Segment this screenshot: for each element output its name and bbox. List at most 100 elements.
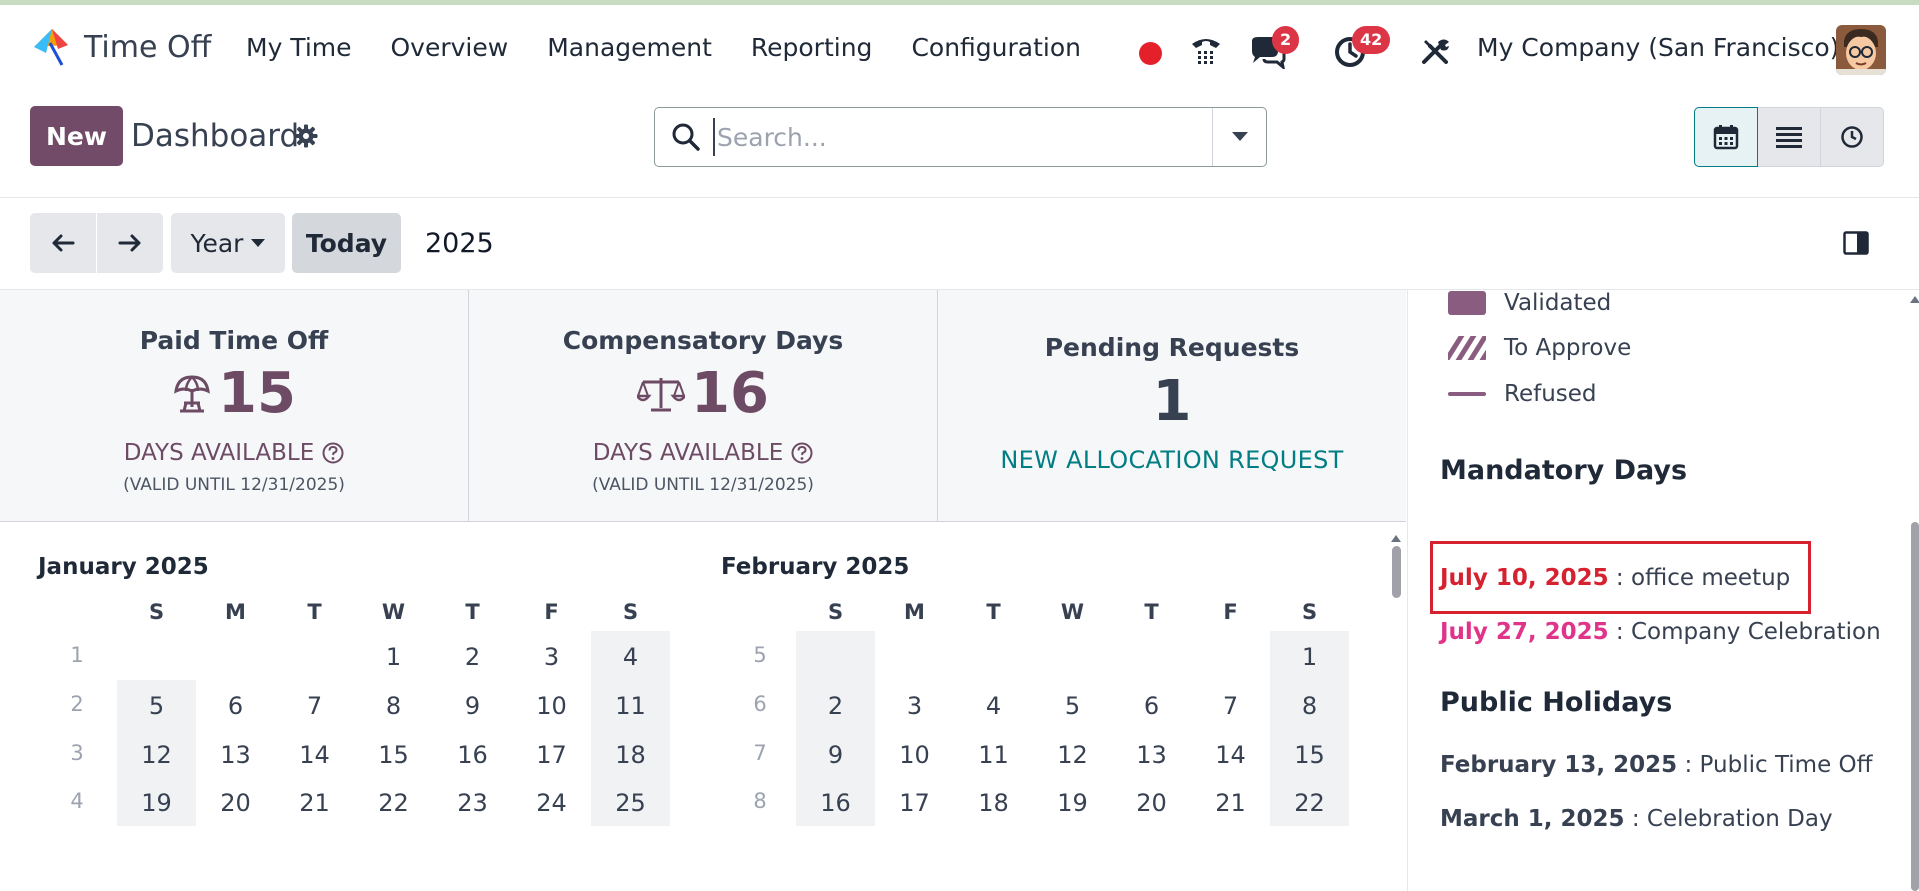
- activity-view-button[interactable]: [1820, 107, 1884, 167]
- help-circle-icon[interactable]: [791, 442, 813, 464]
- gear-icon[interactable]: [294, 124, 318, 148]
- calendar-day[interactable]: 4: [591, 643, 670, 671]
- recording-indicator-icon[interactable]: [1139, 42, 1162, 65]
- week-number: 4: [70, 789, 84, 813]
- calendar-day[interactable]: 4: [954, 692, 1033, 720]
- calendar-day[interactable]: 5: [117, 692, 196, 720]
- calendar-day[interactable]: 13: [1112, 741, 1191, 769]
- help-circle-icon[interactable]: [322, 442, 344, 464]
- sidebar-toggle-icon[interactable]: [1843, 231, 1869, 255]
- next-button[interactable]: [97, 213, 163, 273]
- calendar-day[interactable]: 2: [796, 692, 875, 720]
- calendar-day[interactable]: 24: [512, 789, 591, 817]
- card-subtitle-row: DAYS AVAILABLE: [0, 440, 468, 466]
- calendar-day[interactable]: 19: [117, 789, 196, 817]
- calendar-day[interactable]: 6: [1112, 692, 1191, 720]
- calendar-day[interactable]: 17: [512, 741, 591, 769]
- calendar-day[interactable]: 16: [796, 789, 875, 817]
- menu-my-time[interactable]: My Time: [246, 33, 352, 62]
- calendar-scrollbar[interactable]: [1390, 528, 1402, 891]
- scroll-up-arrow-icon[interactable]: [1390, 533, 1402, 543]
- search-options-toggle[interactable]: [1212, 108, 1266, 166]
- calendar-day[interactable]: 2: [433, 643, 512, 671]
- new-allocation-request-link[interactable]: NEW ALLOCATION REQUEST: [938, 446, 1406, 474]
- holiday-date: February 13, 2025: [1440, 752, 1678, 778]
- calendar-day[interactable]: 15: [354, 741, 433, 769]
- calendar-day[interactable]: 22: [1270, 789, 1349, 817]
- calendar-day[interactable]: 21: [1191, 789, 1270, 817]
- calendar-day[interactable]: 18: [954, 789, 1033, 817]
- scroll-up-arrow-icon[interactable]: [1909, 294, 1919, 304]
- calendar-day[interactable]: 9: [433, 692, 512, 720]
- phone-icon[interactable]: [1188, 32, 1224, 68]
- search-icon[interactable]: [671, 122, 701, 152]
- calendar-day[interactable]: 25: [591, 789, 670, 817]
- mandatory-day-date: July 10, 2025: [1440, 565, 1609, 591]
- calendar-day[interactable]: 9: [796, 741, 875, 769]
- new-button[interactable]: New: [30, 106, 123, 166]
- calendar-day[interactable]: 3: [875, 692, 954, 720]
- activities-count-badge: 42: [1352, 26, 1391, 54]
- calendar-day[interactable]: 6: [196, 692, 275, 720]
- calendar-day[interactable]: 19: [1033, 789, 1112, 817]
- calendar-day[interactable]: 3: [512, 643, 591, 671]
- calendar-day[interactable]: 12: [1033, 741, 1112, 769]
- scrollbar-thumb[interactable]: [1911, 522, 1919, 891]
- calendar-day[interactable]: 15: [1270, 741, 1349, 769]
- list-icon: [1776, 127, 1802, 148]
- calendar-day[interactable]: 18: [591, 741, 670, 769]
- calendar-day[interactable]: 7: [1191, 692, 1270, 720]
- calendar-day[interactable]: 14: [275, 741, 354, 769]
- calendar-day[interactable]: 23: [433, 789, 512, 817]
- menu-overview[interactable]: Overview: [391, 33, 509, 62]
- settings-tools-icon[interactable]: [1420, 36, 1452, 68]
- menu-management[interactable]: Management: [547, 33, 712, 62]
- menu-configuration[interactable]: Configuration: [911, 33, 1081, 62]
- calendar-day[interactable]: 8: [1270, 692, 1349, 720]
- paid-time-off-card[interactable]: Paid Time Off 15 DAYS AVAILABLE (VALID U…: [0, 290, 469, 521]
- search-input[interactable]: [713, 118, 1253, 156]
- calendar-day[interactable]: 20: [196, 789, 275, 817]
- list-view-button[interactable]: [1757, 107, 1821, 167]
- compensatory-days-value: 16: [691, 361, 769, 426]
- calendar-day[interactable]: 10: [875, 741, 954, 769]
- company-switcher[interactable]: My Company (San Francisco): [1477, 33, 1839, 62]
- calendar-day[interactable]: 11: [954, 741, 1033, 769]
- mandatory-day-name: : office meetup: [1608, 565, 1791, 591]
- calendar-day[interactable]: 8: [354, 692, 433, 720]
- year-calendar: January 2025 S M T W T F S 1 1 2 3 4 2 5 6 7 8 9 10 11 3 12 13 1…: [0, 523, 1392, 891]
- calendar-day[interactable]: 1: [354, 643, 433, 671]
- calendar-day[interactable]: 5: [1033, 692, 1112, 720]
- calendar-day[interactable]: 12: [117, 741, 196, 769]
- sidebar-scrollbar[interactable]: [1908, 290, 1919, 891]
- calendar-day[interactable]: 13: [196, 741, 275, 769]
- scrollbar-thumb[interactable]: [1392, 546, 1401, 598]
- scale-label: Year: [190, 228, 244, 258]
- arrow-right-icon: [118, 234, 141, 252]
- calendar-day[interactable]: 10: [512, 692, 591, 720]
- mandatory-day-item: July 27, 2025 : Company Celebration: [1440, 619, 1881, 645]
- calendar-day[interactable]: 17: [875, 789, 954, 817]
- main-navbar: Time Off My Time Overview Management Rep…: [0, 5, 1919, 96]
- to-approve-hatched-swatch: [1448, 336, 1486, 360]
- calendar-day[interactable]: 7: [275, 692, 354, 720]
- user-avatar[interactable]: [1836, 25, 1886, 75]
- calendar-day[interactable]: 22: [354, 789, 433, 817]
- calendar-view-button[interactable]: [1694, 107, 1758, 167]
- calendar-day[interactable]: 1: [1270, 643, 1349, 671]
- calendar-day[interactable]: 20: [1112, 789, 1191, 817]
- compensatory-days-card[interactable]: Compensatory Days 16 DAYS AVAILABLE (VAL…: [469, 290, 938, 521]
- menu-reporting[interactable]: Reporting: [751, 33, 873, 62]
- today-button[interactable]: Today: [292, 213, 401, 273]
- calendar-day[interactable]: 11: [591, 692, 670, 720]
- holiday-item: February 13, 2025 : Public Time Off: [1440, 752, 1873, 778]
- holiday-item: March 1, 2025 : Celebration Day: [1440, 806, 1833, 832]
- app-brand[interactable]: Time Off: [28, 25, 211, 69]
- previous-button[interactable]: [30, 213, 96, 273]
- messages-count-badge: 2: [1272, 26, 1300, 54]
- scale-dropdown[interactable]: Year: [171, 213, 285, 273]
- calendar-day[interactable]: 21: [275, 789, 354, 817]
- calendar-day[interactable]: 16: [433, 741, 512, 769]
- legend-refused: Refused: [1448, 381, 1597, 407]
- calendar-day[interactable]: 14: [1191, 741, 1270, 769]
